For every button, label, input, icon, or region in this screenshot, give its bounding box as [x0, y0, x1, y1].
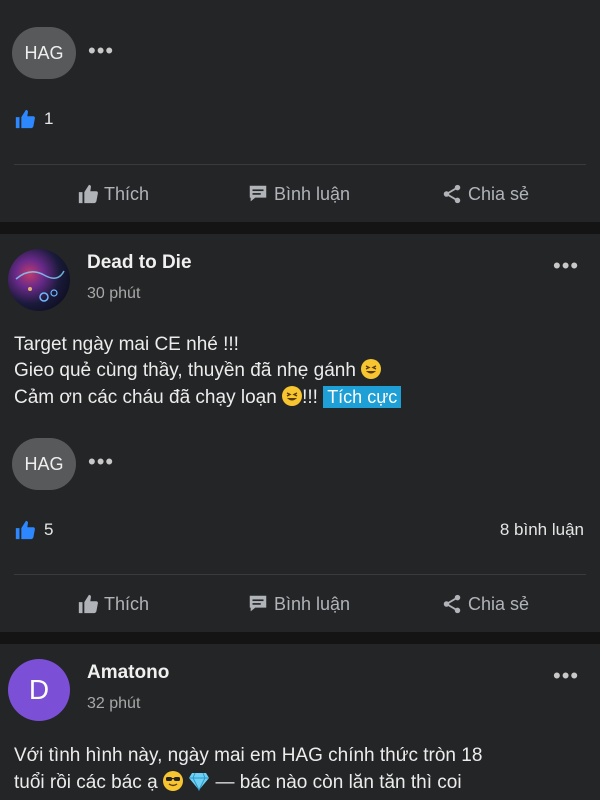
thumbs-up-icon — [15, 109, 35, 129]
action-bar: Thích Bình luận Chia sẻ — [0, 174, 600, 214]
comment-button[interactable]: Bình luận — [246, 593, 350, 615]
like-count-row[interactable]: 1 — [14, 108, 53, 130]
comment-button[interactable]: Bình luận — [246, 183, 350, 205]
comment-icon — [249, 595, 267, 612]
post-body: Target ngày mai CE nhé !!! Gieo quẻ cùng… — [14, 332, 402, 411]
thumbs-up-icon — [15, 520, 35, 540]
avatar-letter: D — [28, 674, 50, 705]
thumbs-up-icon — [78, 184, 98, 204]
share-button[interactable]: Chia sẻ — [440, 183, 529, 205]
divider — [14, 574, 586, 575]
post-time[interactable]: 30 phút — [87, 285, 140, 303]
comment-button-label: Bình luận — [274, 183, 351, 204]
author-name[interactable]: Amatono — [87, 662, 169, 684]
comment-icon — [249, 185, 267, 202]
thumbs-up-icon — [78, 594, 98, 614]
avatar[interactable] — [8, 249, 70, 311]
avatar[interactable]: D — [8, 659, 70, 721]
share-button[interactable]: Chia sẻ — [440, 593, 529, 615]
like-button[interactable]: Thích — [76, 593, 149, 615]
like-count: 1 — [44, 109, 54, 128]
comment-button-label: Bình luận — [274, 593, 351, 614]
share-icon — [443, 594, 461, 614]
more-options-icon[interactable]: ••• — [88, 451, 114, 473]
post-card-2: Dead to Die 30 phút ••• Target ngày mai … — [0, 234, 600, 632]
action-bar: Thích Bình luận Chia sẻ — [0, 584, 600, 624]
like-button-label: Thích — [104, 593, 150, 614]
avatar-art-icon — [15, 270, 65, 302]
post-body: Với tình hình này, ngày mai em HAG chính… — [14, 742, 482, 796]
sunglasses-emoji-icon — [162, 771, 183, 791]
like-button-label: Thích — [104, 183, 150, 204]
share-button-label: Chia sẻ — [468, 183, 530, 204]
more-options-icon[interactable]: ••• — [553, 255, 579, 277]
hag-tag-chip[interactable]: HAG — [12, 27, 76, 79]
post-separator — [0, 632, 600, 644]
share-icon — [443, 184, 461, 204]
post-line: tuổi rồi các bác ạ — bác nào còn lăn tăn… — [14, 771, 462, 793]
more-options-icon[interactable]: ••• — [88, 40, 114, 62]
sentiment-badge[interactable]: Tích cực — [323, 386, 402, 408]
author-name[interactable]: Dead to Die — [87, 252, 192, 274]
like-count-row[interactable]: 5 — [14, 519, 53, 541]
share-button-label: Chia sẻ — [468, 593, 530, 614]
more-options-icon[interactable]: ••• — [553, 665, 579, 687]
like-count: 5 — [44, 520, 54, 539]
post-separator — [0, 222, 600, 234]
post-line: Cảm ơn các cháu đã chạy loạn !!! Tích cự… — [14, 384, 402, 411]
gem-emoji-icon — [189, 772, 210, 792]
post-line: Gieo quẻ cùng thầy, thuyền đã nhẹ gánh — [14, 358, 401, 384]
laughing-emoji-icon — [282, 386, 303, 406]
laughing-emoji-icon — [361, 359, 382, 379]
post-line: Với tình hình này, ngày mai em HAG chính… — [14, 745, 483, 766]
post-line: Target ngày mai CE nhé !!! — [14, 334, 239, 355]
post-card-1: HAG ••• 1 Thích Bình luận Chia sẻ — [0, 0, 600, 222]
like-button[interactable]: Thích — [76, 183, 149, 205]
divider — [14, 164, 586, 165]
hag-tag-chip[interactable]: HAG — [12, 438, 76, 490]
comment-count[interactable]: 8 bình luận — [500, 520, 584, 540]
post-time[interactable]: 32 phút — [87, 695, 140, 713]
post-card-3: D Amatono 32 phút ••• Với tình hình này,… — [0, 644, 600, 800]
